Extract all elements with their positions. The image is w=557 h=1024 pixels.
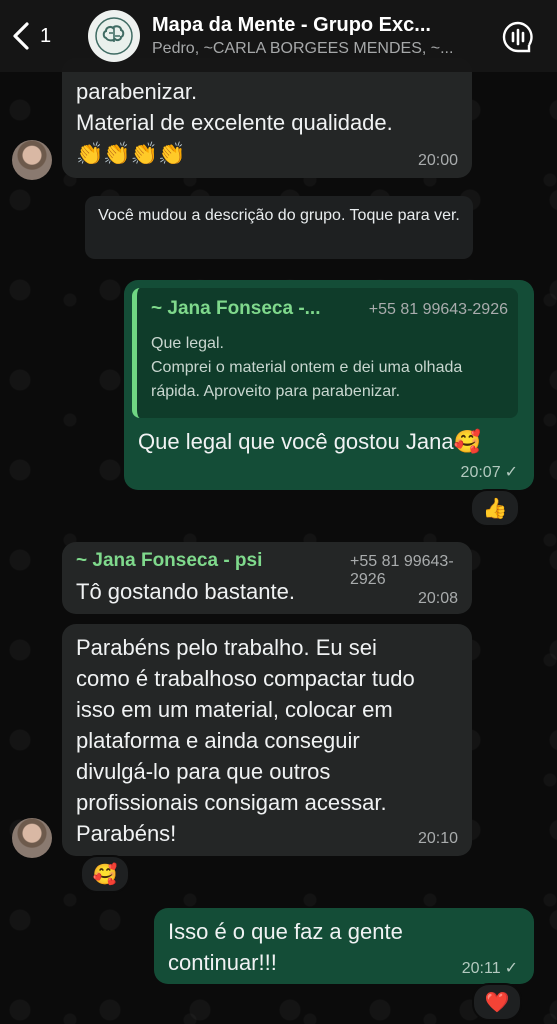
sender-avatar[interactable] <box>12 140 52 180</box>
quoted-phone: +55 81 99643-2926 <box>368 301 508 318</box>
quoted-message[interactable]: ~ Jana Fonseca -... +55 81 99643-2926 Qu… <box>132 288 518 418</box>
message-time: 20:10 <box>417 830 458 847</box>
chevron-left-icon <box>13 22 29 50</box>
message-time: 20:11 <box>461 960 501 977</box>
outgoing-message[interactable]: ~ Jana Fonseca -... +55 81 99643-2926 Qu… <box>124 280 534 490</box>
message-time: 20:00 <box>417 152 458 169</box>
sent-check-icon: ✓ <box>504 960 518 977</box>
message-emojis: 👏👏👏👏 <box>76 141 186 166</box>
message-sender[interactable]: ~ Jana Fonseca - psi <box>76 550 262 572</box>
incoming-message[interactable]: ~ Jana Fonseca - psi +55 81 99643-2926 T… <box>62 542 472 614</box>
message-text: Que legal que você gostou Jana🥰 <box>138 429 481 454</box>
message-time: 20:08 <box>417 590 458 607</box>
message-time: 20:07 <box>460 464 501 481</box>
group-members: Pedro, ~CARLA BORGEES MENDES, ~... <box>152 40 454 57</box>
message-text: Material de excelente qualidade. <box>76 110 393 135</box>
message-text: Isso é o que faz a gente continuar!!! <box>168 919 403 975</box>
reaction-badge[interactable]: 🥰 <box>80 855 130 893</box>
chat-title-area[interactable]: Mapa da Mente - Grupo Exc... Pedro, ~CAR… <box>152 14 472 58</box>
group-avatar[interactable] <box>88 10 140 62</box>
system-notice[interactable]: Você mudou a descrição do grupo. Toque p… <box>85 196 473 259</box>
group-title: Mapa da Mente - Grupo Exc... <box>152 14 431 36</box>
chat-header: 1 Mapa da Mente - Grupo Exc... Pedro, ~C… <box>0 0 557 72</box>
incoming-message[interactable]: Parabéns pelo trabalho. Eu sei como é tr… <box>62 624 472 856</box>
brain-icon <box>95 17 133 55</box>
unread-count: 1 <box>40 24 52 47</box>
outgoing-message[interactable]: Isso é o que faz a gente continuar!!! 20… <box>154 908 534 984</box>
message-text: Parabéns pelo trabalho. Eu sei como é tr… <box>76 635 415 846</box>
back-button[interactable]: 1 <box>10 21 70 51</box>
sent-check-icon: ✓ <box>504 464 518 481</box>
sender-phone: +55 81 99643-2926 <box>350 553 454 588</box>
message-text: parabenizar. <box>76 79 198 104</box>
reaction-badge[interactable]: 👍 <box>470 489 520 527</box>
message-time-status: 20:11 ✓ <box>462 958 518 978</box>
quoted-sender: ~ Jana Fonseca -... <box>151 298 321 319</box>
group-call-icon[interactable] <box>501 20 535 54</box>
incoming-message[interactable]: parabenizar. Material de excelente quali… <box>62 58 472 178</box>
message-text: Tô gostando bastante. <box>76 579 295 604</box>
sender-avatar[interactable] <box>12 818 52 858</box>
quoted-text: Que legal. Comprei o material ontem e de… <box>151 335 463 400</box>
message-time-status: 20:07 ✓ <box>461 462 518 482</box>
reaction-badge[interactable]: ❤️ <box>472 983 522 1021</box>
